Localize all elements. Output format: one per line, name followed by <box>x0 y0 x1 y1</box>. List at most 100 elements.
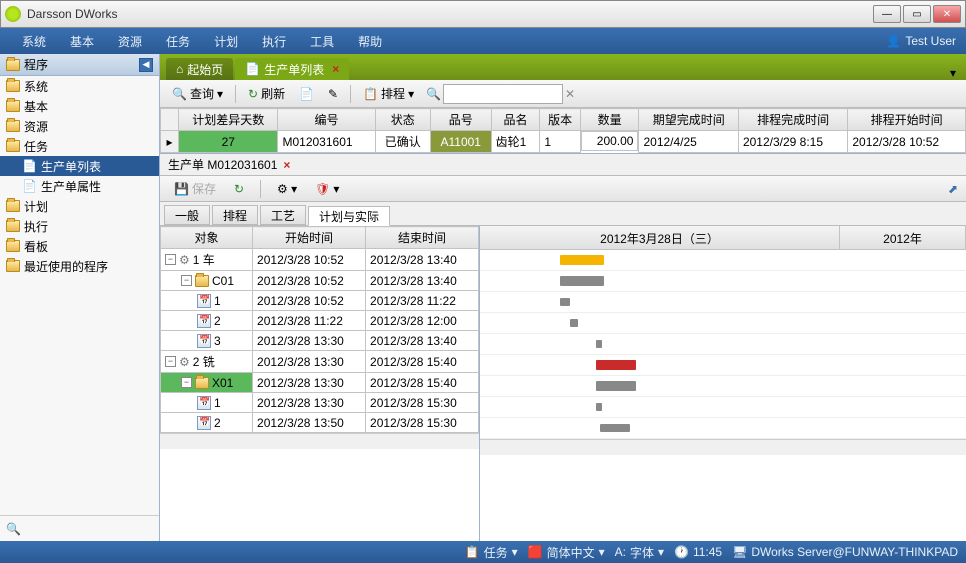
detail-row[interactable]: −⚙1 车2012/3/28 10:522012/3/28 13:40 <box>161 249 479 271</box>
status-lang[interactable]: 🟥 简体中文 ▾ <box>528 544 605 561</box>
gantt-bar[interactable] <box>596 403 602 411</box>
gantt-bar[interactable] <box>560 276 604 286</box>
col-due[interactable]: 期望完成时间 <box>639 109 738 131</box>
popout-icon[interactable]: ⬈ <box>948 182 958 196</box>
col-diff[interactable]: 计划差异天数 <box>179 109 278 131</box>
detail-row[interactable]: 12012/3/28 10:522012/3/28 11:22 <box>161 291 479 311</box>
subtab-schedule[interactable]: 排程 <box>212 205 258 225</box>
menu-execute[interactable]: 执行 <box>250 33 298 50</box>
sidebar-item[interactable]: 📄生产单属性 <box>0 176 159 196</box>
cell-name: 齿轮1 <box>491 131 540 153</box>
sidebar-item[interactable]: 任务 <box>0 136 159 156</box>
calendar-icon <box>197 314 211 328</box>
col-pn[interactable]: 品号 <box>430 109 491 131</box>
detail-start: 2012/3/28 13:30 <box>253 393 366 413</box>
doc-shield-button[interactable]: 🛡 ▾ <box>309 180 345 198</box>
tab-home[interactable]: ⌂ 起始页 <box>166 58 233 80</box>
save-button[interactable]: 💾 保存 <box>168 178 222 199</box>
sidebar-item[interactable]: 执行 <box>0 216 159 236</box>
sidebar-item[interactable]: 最近使用的程序 <box>0 256 159 276</box>
gantt-bar[interactable] <box>600 424 630 432</box>
subtab-plan-actual[interactable]: 计划与实际 <box>308 206 390 226</box>
refresh-button[interactable]: ↻ 刷新 <box>242 83 291 104</box>
col-qty[interactable]: 数量 <box>580 109 639 131</box>
sidebar-header: 程序 ◀ <box>0 54 159 76</box>
cell-finish: 2012/3/29 8:15 <box>738 131 847 153</box>
menu-resource[interactable]: 资源 <box>106 33 154 50</box>
doc-action-button[interactable]: ⚙ ▾ <box>271 180 303 198</box>
clear-search-icon[interactable]: ✕ <box>565 87 575 101</box>
sidebar-item[interactable]: 看板 <box>0 236 159 256</box>
status-font[interactable]: A: 字体 ▾ <box>615 544 664 561</box>
col-ver[interactable]: 版本 <box>540 109 581 131</box>
grid-row[interactable]: ▸ 27 M012031601 已确认 A11001 齿轮1 1 200.00 … <box>161 131 966 153</box>
menu-system[interactable]: 系统 <box>10 33 58 50</box>
sidebar-item[interactable]: 资源 <box>0 116 159 136</box>
production-grid: 计划差异天数 编号 状态 品号 品名 版本 数量 期望完成时间 排程完成时间 排… <box>160 108 966 154</box>
detail-row[interactable]: −X012012/3/28 13:302012/3/28 15:40 <box>161 373 479 393</box>
sidebar-item[interactable]: 计划 <box>0 196 159 216</box>
sub-tabs: 一般 排程 工艺 计划与实际 <box>160 202 966 226</box>
detail-row[interactable]: −C012012/3/28 10:522012/3/28 13:40 <box>161 271 479 291</box>
maximize-button[interactable]: ▭ <box>903 5 931 23</box>
detail-row[interactable]: 22012/3/28 13:502012/3/28 15:30 <box>161 413 479 433</box>
gantt-bar[interactable] <box>596 381 636 391</box>
minimize-button[interactable]: — <box>873 5 901 23</box>
menu-plan[interactable]: 计划 <box>202 33 250 50</box>
gantt-row <box>480 313 966 334</box>
tab-production-list[interactable]: 📄 生产单列表 × <box>235 58 349 80</box>
dcol-obj[interactable]: 对象 <box>161 227 253 249</box>
sidebar-search[interactable]: 🔍 <box>0 515 159 541</box>
col-no[interactable]: 编号 <box>278 109 375 131</box>
sidebar-item[interactable]: 基本 <box>0 96 159 116</box>
query-button[interactable]: 🔍 查询 ▾ <box>166 83 229 104</box>
subtab-general[interactable]: 一般 <box>164 205 210 225</box>
gantt-bar[interactable] <box>596 360 636 370</box>
col-status[interactable]: 状态 <box>375 109 430 131</box>
detail-row[interactable]: −⚙2 铣2012/3/28 13:302012/3/28 15:40 <box>161 351 479 373</box>
doc-refresh-button[interactable]: ↻ <box>228 180 250 198</box>
detail-row[interactable]: 32012/3/28 13:302012/3/28 13:40 <box>161 331 479 351</box>
status-task[interactable]: 📋 任务 ▾ <box>465 544 518 561</box>
col-name[interactable]: 品名 <box>491 109 540 131</box>
detail-scrollbar[interactable] <box>160 433 479 449</box>
menu-basic[interactable]: 基本 <box>58 33 106 50</box>
tab-close-icon[interactable]: × <box>332 62 339 76</box>
current-user[interactable]: 👤 Test User <box>886 34 956 48</box>
gantt-bar[interactable] <box>560 298 570 306</box>
sidebar-item-label: 系统 <box>24 78 48 95</box>
detail-row[interactable]: 22012/3/28 11:222012/3/28 12:00 <box>161 311 479 331</box>
list-toolbar: 🔍 查询 ▾ ↻ 刷新 📄 ✎ 📋 排程 ▾ 🔍 ✕ <box>160 80 966 108</box>
close-button[interactable]: ✕ <box>933 5 961 23</box>
col-start[interactable]: 排程开始时间 <box>848 109 966 131</box>
subtab-process[interactable]: 工艺 <box>260 205 306 225</box>
col-finish[interactable]: 排程完成时间 <box>738 109 847 131</box>
search-input[interactable] <box>443 84 563 104</box>
dcol-end[interactable]: 结束时间 <box>366 227 479 249</box>
gantt-row <box>480 376 966 397</box>
tree-toggle[interactable]: − <box>165 254 176 265</box>
sidebar-item[interactable]: 📄生产单列表 <box>0 156 159 176</box>
schedule-button[interactable]: 📋 排程 ▾ <box>357 83 420 104</box>
detail-row[interactable]: 12012/3/28 13:302012/3/28 15:30 <box>161 393 479 413</box>
gantt-bar[interactable] <box>596 340 602 348</box>
gantt-scrollbar[interactable] <box>480 439 966 455</box>
status-task-label: 任务 <box>484 544 508 561</box>
gantt-bar[interactable] <box>560 255 604 265</box>
collapse-button[interactable]: ◀ <box>139 58 153 72</box>
gantt-bar[interactable] <box>570 319 578 327</box>
tree-toggle[interactable]: − <box>181 377 192 388</box>
new-button[interactable]: 📄 <box>293 85 320 103</box>
tab-overflow-icon[interactable]: ▾ <box>950 66 960 80</box>
menu-tool[interactable]: 工具 <box>298 33 346 50</box>
calendar-icon <box>197 294 211 308</box>
detail-start: 2012/3/28 11:22 <box>253 311 366 331</box>
doc-close-icon[interactable]: × <box>283 158 290 172</box>
tree-toggle[interactable]: − <box>181 275 192 286</box>
edit-button[interactable]: ✎ <box>322 85 344 103</box>
menu-task[interactable]: 任务 <box>154 33 202 50</box>
sidebar-item[interactable]: 系统 <box>0 76 159 96</box>
dcol-start[interactable]: 开始时间 <box>253 227 366 249</box>
menu-help[interactable]: 帮助 <box>346 33 394 50</box>
tree-toggle[interactable]: − <box>165 356 176 367</box>
